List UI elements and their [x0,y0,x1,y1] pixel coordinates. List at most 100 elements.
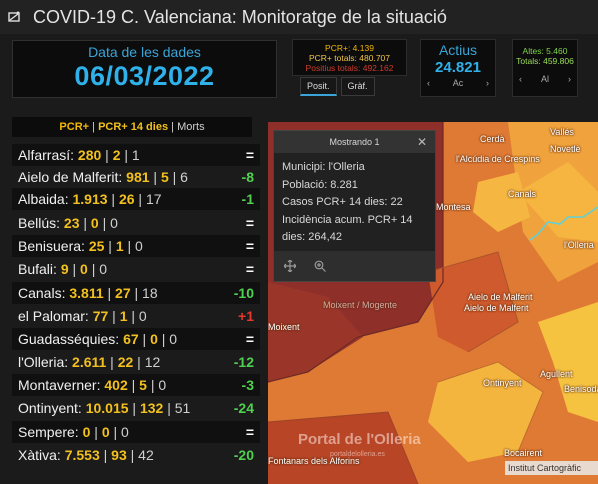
popup-municipi: Municipi: l'Olleria [282,161,365,173]
trend-indicator: -3 [241,377,254,393]
trend-indicator: = [245,331,254,347]
morts-value: 0 [99,261,108,277]
pcr-total-count: PCR+ totals: 480.707 [308,53,391,63]
pcr-value: 10.015 [85,400,129,416]
popup-title: Mostrando 1 [329,137,380,147]
watermark-url: portaldelolleria.es [330,451,385,458]
virus-icon [8,11,20,22]
list-item[interactable]: Albaida: 1.913 | 26 | 17 -1 [12,188,260,210]
morts-value: 0 [158,377,167,393]
list-item[interactable]: Ontinyent: 10.015 | 132 | 51 -24 [12,397,260,419]
pcr14-value: 0 [80,261,88,277]
altes-page-label: Al [540,74,549,84]
map-label: Aielo de Malferit [468,292,533,302]
actius-label: Actius [438,42,478,58]
actius-value: 24.821 [435,59,481,76]
list-item[interactable]: Montaverner: 402 | 5 | 0 -3 [12,374,260,396]
pcr14-value: 27 [115,285,131,301]
municipality-name: Bufali: [18,261,57,277]
actius-panel: Actius 24.821 ‹ Ac › [420,39,496,97]
municipality-name: Xàtiva: [18,447,61,463]
pcr-summary-panel: PCR+: 4.139 PCR+ totals: 480.707 Positiu… [292,39,407,76]
map-label: l'Alcúdia de Crespins [456,154,540,164]
pcr14-value: 132 [139,400,164,416]
municipality-name: Canals: [18,285,66,301]
trend-indicator: = [245,261,254,277]
list-item[interactable]: Canals: 3.811 | 27 | 18 -10 [12,282,260,304]
list-item[interactable]: Alfarrasí: 280 | 2 | 1 = [12,144,260,166]
list-item[interactable]: Bufali: 9 | 0 | 0 = [12,258,260,280]
header-pcr14: PCR+ 14 dies [98,121,169,133]
pcr-value: 77 [92,308,109,324]
prev-arrow-icon[interactable]: ‹ [427,78,430,88]
trend-indicator: -12 [233,354,254,370]
pcr-tabs: Posit. Gràf. [300,77,375,96]
close-icon[interactable]: ✕ [417,131,427,153]
prev-arrow-icon[interactable]: ‹ [519,74,522,84]
pcr-value: 9 [60,261,69,277]
pcr-value: 402 [104,377,128,393]
list-item[interactable]: Benisuera: 25 | 1 | 0 = [12,235,260,257]
morts-value: 0 [135,238,143,254]
altes-pager: ‹ Al › [513,66,577,84]
popup-poblacio: Població: 8.281 [282,178,358,191]
pcr14-value: 22 [117,354,134,370]
municipality-name: l'Olleria: [18,354,69,370]
morts-value: 51 [174,400,191,416]
actius-pager: ‹ Ac › [421,76,495,88]
tab-posit[interactable]: Posit. [300,77,337,96]
map-label: Montesa [436,202,471,212]
list-item[interactable]: Xàtiva: 7.553 | 93 | 42 -20 [12,444,260,466]
popup-toolbar [274,251,435,281]
map-label: Benisoda [564,384,598,394]
list-item[interactable]: el Palomar: 77 | 1 | 0 +1 [12,305,260,327]
municipality-name: el Palomar: [18,308,89,324]
map-label: Cerdà [480,134,505,144]
popup-incidencia-a: Incidència acum. PCR+ 14 [282,213,413,226]
morts-value: 0 [169,331,178,347]
altes-count: Altes: 5.460 [522,46,568,56]
morts-value: 0 [110,215,118,231]
municipality-name: Alfarrasí: [18,147,75,163]
morts-value: 12 [144,354,161,370]
municipality-name: Montaverner: [18,377,101,393]
pcr14-value: 93 [111,447,127,463]
municipality-name: Ontinyent: [18,400,82,416]
map-label: Ontinyent [483,378,522,388]
pcr-value: 67 [123,331,139,347]
list-item[interactable]: l'Olleria: 2.611 | 22 | 12 -12 [12,351,260,373]
pcr-value: 2.611 [72,354,107,370]
morts-value: 17 [145,191,162,207]
list-item[interactable]: Guadasséquies: 67 | 0 | 0 = [12,328,260,350]
next-arrow-icon[interactable]: › [568,74,571,84]
next-arrow-icon[interactable]: › [486,78,489,88]
map-label: Moixent / Mogente [323,300,398,310]
pan-icon[interactable] [284,260,296,272]
map-attribution[interactable]: Institut Cartogràfic [505,461,598,475]
pcr14-value: 26 [118,191,135,207]
pcr14-value: 0 [150,331,158,347]
pcr-value: 280 [77,147,102,163]
trend-indicator: = [245,238,254,254]
zoom-icon[interactable] [314,260,326,272]
pcr14-value: 5 [139,377,147,393]
map-label: Moixent [268,322,300,332]
pcr-value: 7.553 [64,447,100,463]
tab-graf[interactable]: Gràf. [340,77,375,96]
morts-value: 42 [138,447,154,463]
date-label: Data de les dades [88,44,201,60]
municipality-name: Sempere: [18,424,79,440]
pcr14-value: 0 [90,215,99,231]
list-item[interactable]: Sempere: 0 | 0 | 0 = [12,421,260,443]
watermark-logo: Portal de l'Olleria [298,431,421,448]
map-label: l'Olleria [564,240,594,250]
list-item[interactable]: Aielo de Malferit: 981 | 5 | 6 -8 [12,166,260,188]
trend-indicator: -24 [233,400,254,416]
pcr-value: 981 [126,169,150,185]
actius-page-label: Ac [452,78,464,88]
trend-indicator: +1 [238,308,254,324]
list-item[interactable]: Bellús: 23 | 0 | 0 = [12,212,260,234]
municipality-list[interactable]: Alfarrasí: 280 | 2 | 1 = Aielo de Malferit… [12,144,260,466]
map-label: Bocairent [504,448,543,458]
trend-indicator: = [245,424,254,440]
